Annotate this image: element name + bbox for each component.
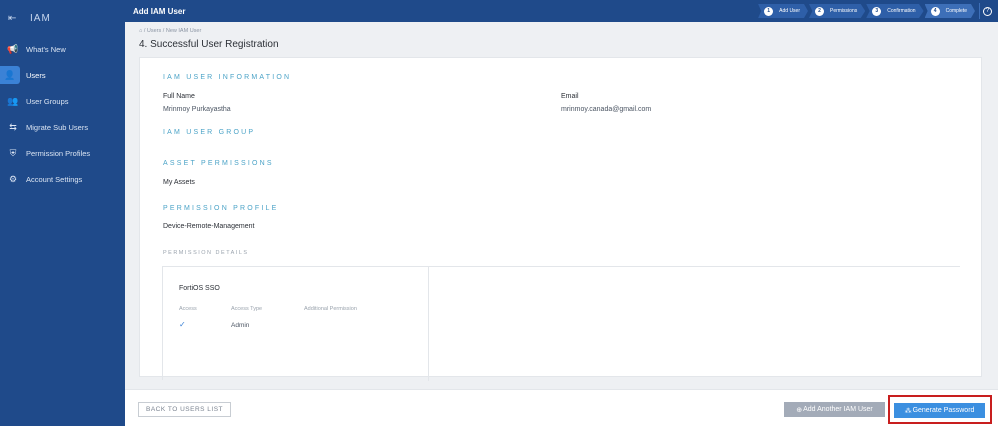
sidebar-item-account-settings[interactable]: ⚙ Account Settings (0, 166, 125, 192)
sidebar-item-label: Users (26, 70, 46, 80)
breadcrumb[interactable]: ⌂ / Users / New IAM User (139, 28, 201, 34)
generate-password-button[interactable]: ⁂ Generate Password (894, 403, 985, 418)
sidebar-item-whats-new[interactable]: 📢 What's New (0, 36, 125, 62)
sidebar-header[interactable]: ⇤ IAM (0, 0, 125, 36)
add-another-iam-user-button[interactable]: ⊕ Add Another IAM User (784, 402, 885, 417)
top-bar: Add IAM User 1 Add User 2 Permissions 3 … (125, 0, 998, 22)
collapse-menu-icon[interactable]: ⇤ (8, 13, 20, 24)
section-title-permission-profile: PERMISSION PROFILE (163, 205, 279, 212)
footer-bar: BACK TO USERS LIST ⊕ Add Another IAM User… (125, 389, 998, 426)
step-number: 1 (764, 6, 774, 16)
sidebar-item-label: What's New (26, 44, 66, 54)
help-button[interactable]: ? (979, 3, 995, 19)
sidebar-item-label: Permission Profiles (26, 148, 91, 158)
step-permissions: 2 Permissions (809, 4, 866, 18)
step-add-user: 1 Add User (758, 4, 808, 18)
check-icon: ✓ (179, 320, 186, 329)
shield-icon: ⛨ (9, 147, 17, 158)
step-complete: 4 Complete (924, 4, 975, 18)
step-label: Add User (779, 8, 800, 14)
sidebar-item-label: User Groups (26, 96, 69, 106)
wizard-steps: 1 Add User 2 Permissions 3 Confirmation … (757, 2, 975, 20)
full-name-label: Full Name (163, 93, 195, 100)
user-icon: 👤 (0, 66, 20, 84)
page-title: 4. Successful User Registration (139, 39, 279, 50)
highlight-box: ⁂ Generate Password (888, 395, 992, 424)
permission-details-product: FortiOS SSO Access Access Type Additiona… (163, 267, 429, 381)
step-label: Complete (945, 8, 967, 14)
add-user-icon: ⊕ (796, 406, 803, 414)
sidebar-item-user-groups[interactable]: 👥 User Groups (0, 88, 125, 114)
step-label: Confirmation (887, 8, 916, 14)
step-label: Permissions (830, 8, 858, 14)
permission-details-box: FortiOS SSO Access Access Type Additiona… (162, 266, 960, 381)
product-name: FortiOS SSO (179, 285, 220, 292)
help-icon: ? (983, 6, 992, 16)
generate-button-label: Generate Password (912, 407, 975, 414)
permission-profile-value: Device-Remote-Management (163, 223, 255, 230)
sidebar-title: IAM (30, 12, 51, 24)
step-number: 2 (815, 6, 824, 16)
sidebar: ⇤ IAM 📢 What's New 👤 Users 👥 User Groups… (0, 0, 125, 426)
section-title-user-group: IAM USER GROUP (163, 129, 256, 136)
col-header-access-type: Access Type (231, 306, 263, 312)
back-to-users-list-button[interactable]: BACK TO USERS LIST (138, 402, 231, 417)
section-title-user-info: IAM USER INFORMATION (163, 74, 292, 81)
gear-icon: ⚙ (8, 173, 18, 184)
email-value: mrinmoy.canada@gmail.com (561, 106, 652, 113)
permission-details-title: PERMISSION DETAILS (163, 250, 249, 256)
step-number: 4 (930, 6, 940, 16)
full-name-value: Mrinmoy Purkayastha (163, 106, 231, 113)
sidebar-item-migrate-sub-users[interactable]: ⇆ Migrate Sub Users (0, 114, 125, 140)
step-number: 3 (872, 6, 882, 16)
megaphone-icon: 📢 (7, 43, 19, 54)
section-title-asset-permissions: ASSET PERMISSIONS (163, 160, 274, 167)
sidebar-item-label: Migrate Sub Users (26, 122, 89, 132)
sidebar-item-permission-profiles[interactable]: ⛨ Permission Profiles (0, 140, 125, 166)
email-label: Email (561, 93, 579, 100)
access-type-value: Admin (231, 322, 250, 329)
col-header-access: Access (179, 306, 197, 312)
people-icon: ⁂ (904, 407, 912, 415)
migrate-icon: ⇆ (9, 121, 17, 132)
sidebar-item-label: Account Settings (26, 174, 83, 184)
asset-permissions-value: My Assets (163, 179, 195, 186)
step-confirmation: 3 Confirmation (866, 4, 924, 18)
top-bar-title: Add IAM User (133, 6, 186, 16)
add-button-label: Add Another IAM User (803, 406, 873, 413)
col-header-additional-permission: Additional Permission (304, 306, 357, 312)
sidebar-item-users[interactable]: 👤 Users (0, 62, 125, 88)
summary-card: IAM USER INFORMATION Full Name Mrinmoy P… (139, 57, 982, 381)
user-group-icon: 👥 (7, 95, 19, 106)
